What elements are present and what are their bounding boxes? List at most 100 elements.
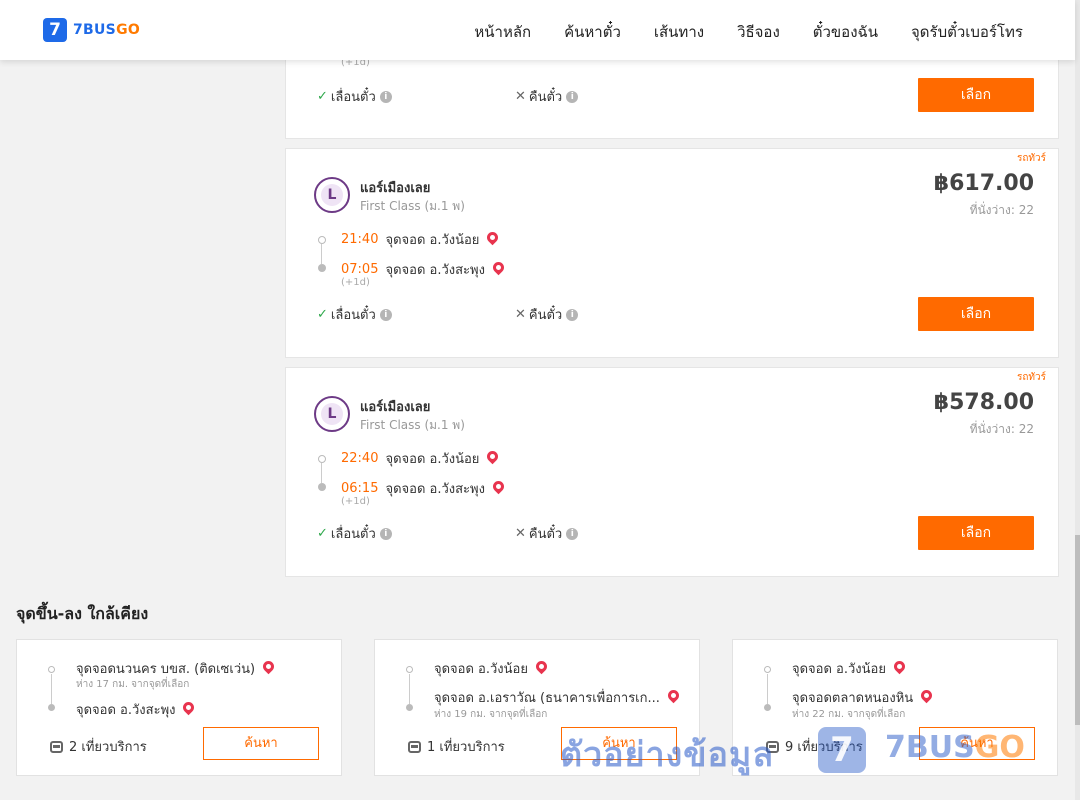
map-pin-icon[interactable] <box>181 699 197 716</box>
nav-item-how-to-book[interactable]: วิธีจอง <box>737 20 780 44</box>
info-icon[interactable]: i <box>566 527 579 540</box>
reschedule-policy: ✓ เลื่อนตั๋ว i <box>317 523 392 544</box>
arrival-dot <box>318 483 326 491</box>
operator-logo-mark: L <box>321 184 343 206</box>
site-logo[interactable]: 7 7BUSGO <box>43 18 140 42</box>
check-icon: ✓ <box>317 89 328 104</box>
scrollbar-thumb[interactable] <box>1075 535 1080 725</box>
sample-data-watermark: ตัวอย่างข้อมูล <box>560 735 775 775</box>
service-count-label: 2 เที่ยวบริการ <box>69 740 147 755</box>
nav-item-routes[interactable]: เส้นทาง <box>654 20 704 44</box>
refund-label: คืนตั๋ว <box>528 527 563 542</box>
reschedule-label: เลื่อนตั๋ว <box>330 90 376 105</box>
service-count: 2 เที่ยวบริการ <box>50 736 147 757</box>
select-trip-button[interactable]: เลือก <box>918 297 1034 331</box>
main-nav: หน้าหลัก ค้นหาตั๋ว เส้นทาง วิธีจอง ตั๋วข… <box>441 20 1023 44</box>
check-icon: ✓ <box>317 526 328 541</box>
cross-icon: ✕ <box>515 307 526 322</box>
departure-dot <box>318 455 326 463</box>
select-trip-button[interactable]: เลือก <box>918 78 1034 112</box>
info-icon[interactable]: i <box>379 308 392 321</box>
origin-dot <box>406 666 413 673</box>
departure-dot <box>318 236 326 244</box>
watermark-brand: 7BUSGO <box>885 730 1025 765</box>
refund-label: คืนตั๋ว <box>528 308 563 323</box>
refund-label: คืนตั๋ว <box>528 90 563 105</box>
watermark-logo-mark: 7 <box>818 727 866 773</box>
map-pin-icon[interactable] <box>665 687 682 704</box>
operator-name: แอร์เมืองเลย <box>360 400 431 415</box>
origin-stop-name[interactable]: จุดจอด อ.วังน้อย <box>792 658 886 679</box>
bus-icon <box>408 740 421 753</box>
search-button[interactable]: ค้นหา <box>203 727 319 760</box>
trip-price: ฿617.00 <box>933 171 1034 196</box>
reschedule-label: เลื่อนตั๋ว <box>330 308 376 323</box>
map-pin-icon[interactable] <box>533 658 550 675</box>
service-count: 1 เที่ยวบริการ <box>408 736 505 757</box>
map-pin-icon[interactable] <box>485 448 501 465</box>
seats-available: ที่นั่งว่าง: 22 <box>969 203 1034 217</box>
destination-distance: ห่าง 22 กม. จากจุดที่เลือก <box>792 709 906 720</box>
destination-stop: จุดจอด อ.วังสะพุง <box>76 699 197 720</box>
next-day-label: (+1d) <box>341 496 370 507</box>
origin-distance: ห่าง 17 กม. จากจุดที่เลือก <box>76 679 190 690</box>
arrival-time: 07:05 <box>341 262 379 277</box>
map-pin-icon[interactable] <box>260 658 277 675</box>
info-icon[interactable]: i <box>379 90 392 103</box>
operator-name: แอร์เมืองเลย <box>360 181 431 196</box>
refund-policy: ✕ คืนตั๋ว i <box>515 304 579 325</box>
destination-dot <box>764 704 771 711</box>
check-icon: ✓ <box>317 307 328 322</box>
trip-card: รถทัวร์ L แอร์เมืองเลย First Class (ม.1 … <box>285 148 1059 358</box>
refund-policy: ✕ คืนตั๋ว i <box>515 86 579 107</box>
map-pin-icon[interactable] <box>891 658 908 675</box>
cross-icon: ✕ <box>515 526 526 541</box>
map-pin-icon[interactable] <box>490 478 507 495</box>
departure-stop: 22:40 จุดจอด อ.วังน้อย <box>341 448 501 469</box>
origin-stop: จุดจอดนวนคร บขส. (ติดเซเว่น) <box>76 658 277 679</box>
origin-stop-name[interactable]: จุดจอด อ.วังน้อย <box>434 658 528 679</box>
route-line <box>51 674 52 704</box>
watermark-brand-go: GO <box>974 730 1025 765</box>
info-icon[interactable]: i <box>566 90 579 103</box>
trip-card: รถทัวร์ L แอร์เมืองเลย First Class (ม.1 … <box>285 367 1059 577</box>
arrival-stop-name[interactable]: จุดจอด อ.วังสะพุง <box>385 259 484 280</box>
destination-stop: จุดจอดตลาดหนองหิน <box>792 687 935 708</box>
logo-brand-go: GO <box>116 22 141 38</box>
next-day-label: (+1d) <box>341 277 370 288</box>
map-pin-icon[interactable] <box>918 687 935 704</box>
route-line <box>321 244 322 264</box>
route-line <box>767 674 768 704</box>
destination-distance: ห่าง 19 กม. จากจุดที่เลือก <box>434 709 548 720</box>
arrival-stop-name[interactable]: จุดจอด อ.วังสะพุง <box>385 478 484 499</box>
destination-stop: จุดจอด อ.เอราวัณ (ธนาคารเพื่อการเก... <box>434 687 682 708</box>
nav-item-home[interactable]: หน้าหลัก <box>474 20 531 44</box>
departure-stop: 21:40 จุดจอด อ.วังน้อย <box>341 229 501 250</box>
origin-dot <box>764 666 771 673</box>
map-pin-icon[interactable] <box>485 229 501 246</box>
destination-stop-name[interactable]: จุดจอดตลาดหนองหิน <box>792 687 913 708</box>
logo-text: 7BUSGO <box>73 22 140 38</box>
info-icon[interactable]: i <box>566 308 579 321</box>
origin-stop: จุดจอด อ.วังน้อย <box>434 658 550 679</box>
info-icon[interactable]: i <box>379 527 392 540</box>
reschedule-label: เลื่อนตั๋ว <box>330 527 376 542</box>
nav-item-my-tickets[interactable]: ตั๋วของฉัน <box>813 20 878 44</box>
nav-item-search-ticket[interactable]: ค้นหาตั๋ว <box>564 20 621 44</box>
logo-brand: 7BUS <box>73 22 117 38</box>
origin-dot <box>48 666 55 673</box>
departure-stop-name[interactable]: จุดจอด อ.วังน้อย <box>385 229 479 250</box>
origin-stop: จุดจอด อ.วังน้อย <box>792 658 908 679</box>
seats-available: ที่นั่งว่าง: 22 <box>969 422 1034 436</box>
destination-stop-name[interactable]: จุดจอด อ.วังสะพุง <box>76 699 175 720</box>
origin-stop-name[interactable]: จุดจอดนวนคร บขส. (ติดเซเว่น) <box>76 658 255 679</box>
departure-stop-name[interactable]: จุดจอด อ.วังน้อย <box>385 448 479 469</box>
nav-item-ticket-pickup[interactable]: จุดรับตั๋วเบอร์โทร <box>911 20 1023 44</box>
logo-mark: 7 <box>43 18 67 42</box>
select-trip-button[interactable]: เลือก <box>918 516 1034 550</box>
map-pin-icon[interactable] <box>490 259 507 276</box>
bus-class: First Class (ม.1 พ) <box>360 199 465 213</box>
page-scrollbar[interactable] <box>1075 0 1080 800</box>
destination-dot <box>48 704 55 711</box>
destination-stop-name[interactable]: จุดจอด อ.เอราวัณ (ธนาคารเพื่อการเก... <box>434 687 660 708</box>
